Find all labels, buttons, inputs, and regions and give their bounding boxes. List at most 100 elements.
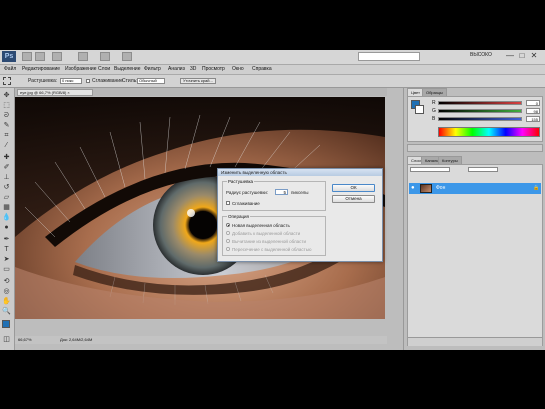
eraser-tool-icon[interactable]: ▱ bbox=[2, 194, 11, 202]
style-value: Обычный bbox=[139, 78, 157, 83]
feather-input[interactable]: 0 пикс bbox=[60, 78, 82, 84]
cancel-button[interactable]: Отмена bbox=[332, 195, 375, 203]
foreground-color-swatch[interactable] bbox=[2, 320, 10, 328]
layers-footer bbox=[408, 337, 542, 346]
op-subtract-radio[interactable] bbox=[226, 239, 230, 243]
extras-icon[interactable] bbox=[52, 52, 62, 61]
panels-dock: Цвет Образцы R 0 G 98 B 155 Слои Каналы … bbox=[403, 88, 545, 350]
menu-view[interactable]: Просмотр bbox=[202, 65, 225, 74]
radius-input[interactable]: 5 bbox=[275, 189, 288, 195]
menu-edit[interactable]: Редактирование bbox=[22, 65, 60, 74]
operation-group-label: Операция bbox=[227, 214, 250, 219]
hand-tool-icon[interactable]: ✋ bbox=[2, 298, 11, 306]
channel-r-slider[interactable] bbox=[438, 101, 522, 105]
zoom-readout[interactable]: 66,67% bbox=[18, 336, 32, 344]
eyedropper-tool-icon[interactable]: ⁄ bbox=[2, 142, 11, 150]
layer-thumbnail bbox=[420, 184, 432, 193]
brush-tool-icon[interactable]: ✐ bbox=[2, 164, 11, 172]
healing-brush-tool-icon[interactable]: ✚ bbox=[2, 154, 11, 162]
visibility-eye-icon[interactable]: ● bbox=[411, 185, 415, 191]
workspace-switcher[interactable]: ВЫСОКО bbox=[470, 52, 492, 58]
op-intersect-radio[interactable] bbox=[226, 247, 230, 251]
quick-mask-icon[interactable]: ◫ bbox=[2, 336, 11, 344]
mini-bridge-icon[interactable] bbox=[35, 52, 45, 61]
type-tool-icon[interactable]: T bbox=[2, 246, 11, 254]
blend-mode-select[interactable] bbox=[410, 167, 450, 172]
menu-layers[interactable]: Слои bbox=[98, 65, 110, 74]
style-select[interactable]: Обычный bbox=[137, 78, 165, 84]
background-color-chip[interactable] bbox=[415, 105, 424, 114]
menu-window[interactable]: Окно bbox=[232, 65, 244, 74]
ok-button[interactable]: ОК bbox=[332, 184, 375, 192]
tab-paths[interactable]: Контуры bbox=[438, 156, 462, 164]
smooth-label: Сглаживание bbox=[232, 201, 260, 206]
op-subtract-label: Вычитание из выделенной области bbox=[232, 239, 306, 244]
dialog-title: Изменить выделенную область bbox=[218, 169, 382, 176]
tools-panel: ✥ ⬚ ᘐ ✎ ⌗ ⁄ ✚ ✐ ⊥ ↺ ▱ ▦ 💧 ● ✒ T ➤ ▭ ⟲ ◎ … bbox=[0, 88, 15, 350]
channel-g-slider[interactable] bbox=[438, 109, 522, 113]
gradient-tool-icon[interactable]: ▦ bbox=[2, 204, 11, 212]
radius-group-label: Растушевка bbox=[227, 179, 255, 184]
3d-rotate-tool-icon[interactable]: ⟲ bbox=[2, 278, 11, 286]
op-intersect-label: Пересечение с выделенной областью bbox=[232, 247, 312, 252]
document-tab[interactable]: eye.jpg @ 66,7% (RGB/8) × bbox=[17, 89, 93, 96]
clone-stamp-tool-icon[interactable]: ⊥ bbox=[2, 174, 11, 182]
marquee-tool-icon[interactable] bbox=[3, 77, 11, 85]
shape-tool-icon[interactable]: ▭ bbox=[2, 266, 11, 274]
crop-tool-icon[interactable]: ⌗ bbox=[2, 132, 11, 140]
radius-units: пикселы bbox=[291, 190, 309, 195]
adjustments-panel-collapsed[interactable] bbox=[407, 144, 543, 152]
quick-selection-tool-icon[interactable]: ✎ bbox=[2, 122, 11, 130]
maximize-icon[interactable]: □ bbox=[517, 51, 527, 61]
path-selection-tool-icon[interactable]: ➤ bbox=[2, 256, 11, 264]
dodge-tool-icon[interactable]: ● bbox=[2, 224, 11, 232]
channel-r-value[interactable]: 0 bbox=[526, 100, 540, 106]
menu-image[interactable]: Изображение bbox=[65, 65, 97, 74]
op-new-radio[interactable] bbox=[226, 223, 230, 227]
close-icon[interactable]: ✕ bbox=[529, 51, 539, 61]
channel-b-label: B bbox=[432, 116, 436, 122]
menu-select[interactable]: Выделение bbox=[114, 65, 141, 74]
opacity-input[interactable] bbox=[468, 167, 498, 172]
photoshop-logo: Ps bbox=[2, 51, 16, 62]
channel-g-label: G bbox=[432, 108, 436, 114]
search-input[interactable] bbox=[358, 52, 420, 61]
layer-row-background[interactable]: ● Фон 🔒 bbox=[409, 183, 541, 194]
3d-orbit-tool-icon[interactable]: ◎ bbox=[2, 288, 11, 296]
tab-swatches[interactable]: Образцы bbox=[422, 88, 447, 96]
menu-analysis[interactable]: Анализ bbox=[168, 65, 185, 74]
lasso-tool-icon[interactable]: ᘐ bbox=[2, 112, 11, 120]
minimize-icon[interactable]: — bbox=[505, 51, 515, 61]
bridge-icon[interactable] bbox=[22, 52, 32, 61]
menu-3d[interactable]: 3D bbox=[190, 65, 196, 74]
pen-tool-icon[interactable]: ✒ bbox=[2, 236, 11, 244]
arrange-documents-icon[interactable] bbox=[122, 52, 132, 61]
blur-tool-icon[interactable]: 💧 bbox=[2, 214, 11, 222]
history-brush-tool-icon[interactable]: ↺ bbox=[2, 184, 11, 192]
channel-b-slider[interactable] bbox=[438, 117, 522, 121]
layer-name[interactable]: Фон bbox=[436, 185, 445, 191]
op-add-label: Добавить к выделенной области bbox=[232, 231, 301, 236]
channel-b-value[interactable]: 155 bbox=[526, 116, 540, 122]
zoom-tool-icon[interactable]: 🔍 bbox=[2, 308, 11, 316]
channel-r-label: R bbox=[432, 100, 436, 106]
operation-group: Операция Новая выделенная область Добави… bbox=[222, 214, 326, 256]
zoom-level-icon[interactable] bbox=[78, 52, 88, 61]
menu-file[interactable]: Файл bbox=[4, 65, 16, 74]
menu-filter[interactable]: Фильтр bbox=[144, 65, 161, 74]
antialias-checkbox[interactable] bbox=[86, 79, 90, 83]
feather-value: 0 пикс bbox=[62, 78, 74, 83]
layers-panel: ● Фон 🔒 bbox=[407, 164, 543, 346]
menu-help[interactable]: Справка bbox=[252, 65, 272, 74]
color-spectrum-bar[interactable] bbox=[438, 127, 540, 137]
status-bar: 66,67% Док: 2,64M/2,64M bbox=[15, 336, 387, 344]
color-panel: R 0 G 98 B 155 bbox=[407, 96, 543, 142]
move-tool-icon[interactable]: ✥ bbox=[2, 92, 11, 100]
channel-g-value[interactable]: 98 bbox=[526, 108, 540, 114]
hand-tool-icon[interactable] bbox=[100, 52, 110, 61]
refine-edge-button[interactable]: Уточнить край... bbox=[180, 78, 216, 84]
op-add-radio[interactable] bbox=[226, 231, 230, 235]
op-new-label: Новая выделенная область bbox=[232, 223, 290, 228]
marquee-tool-icon[interactable]: ⬚ bbox=[2, 102, 11, 110]
smooth-checkbox[interactable] bbox=[226, 201, 230, 205]
